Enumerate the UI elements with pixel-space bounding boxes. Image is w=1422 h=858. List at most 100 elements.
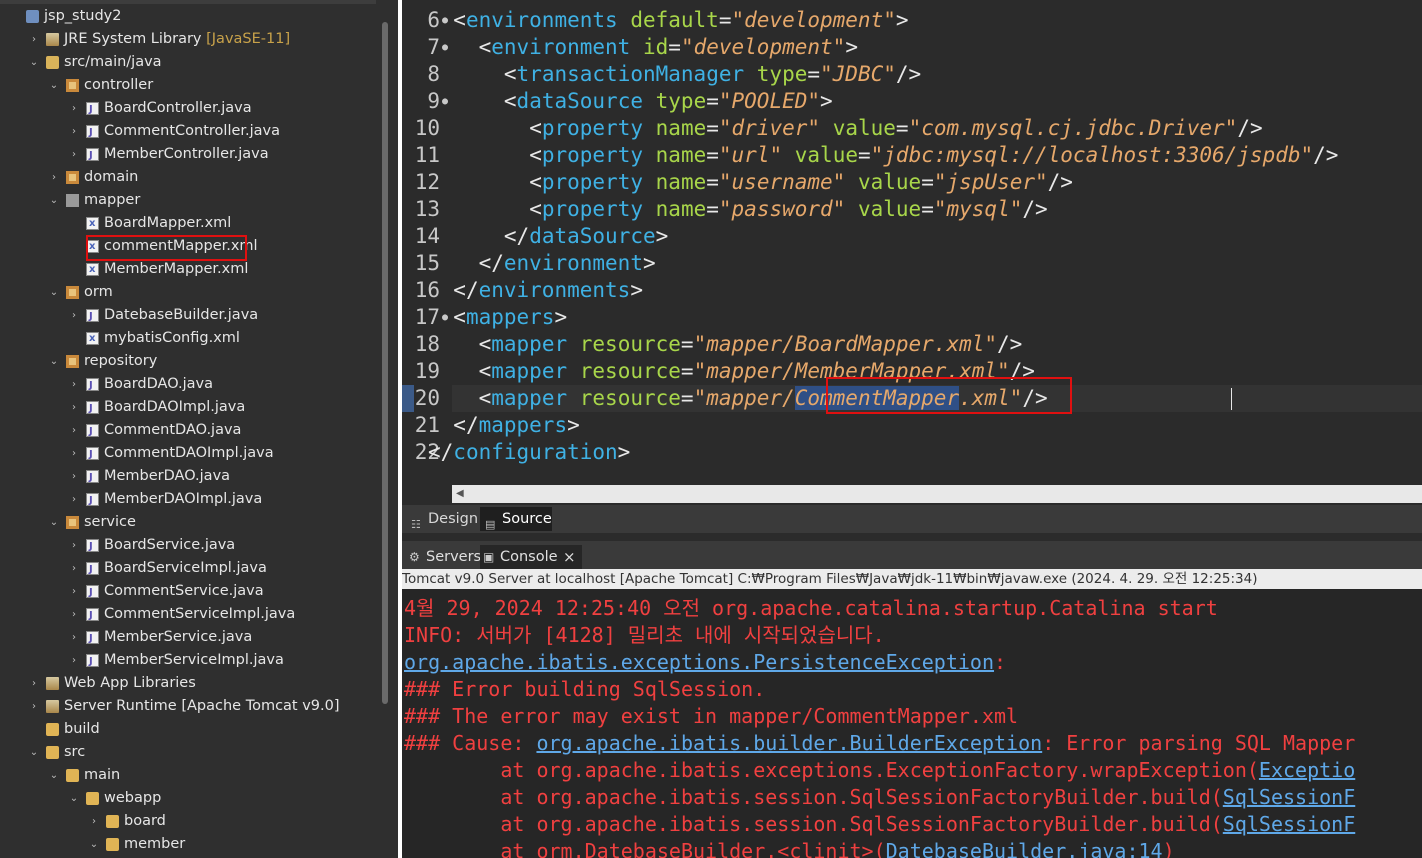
- xml-editor[interactable]: 6 ● <environments default="development"> 7 ●…: [402, 0, 1422, 505]
- code-line[interactable]: 15 </environment>: [402, 250, 1422, 277]
- tab-servers[interactable]: ⚙ Servers: [406, 545, 481, 569]
- fold-marker-icon[interactable]: ●: [442, 304, 448, 331]
- code-line[interactable]: 11 <property name="url" value="jdbc:mysql…: [402, 142, 1422, 169]
- chevron-right-icon[interactable]: ›: [28, 672, 40, 695]
- tree-item[interactable]: › BoardServiceImpl.java: [0, 557, 376, 581]
- tree-item[interactable]: › BoardDAOImpl.java: [0, 396, 376, 420]
- chevron-right-icon[interactable]: ›: [68, 373, 80, 396]
- chevron-down-icon[interactable]: ⌄: [28, 741, 40, 764]
- tree-item[interactable]: build: [0, 718, 376, 741]
- tree-item[interactable]: ⌄ member: [0, 833, 376, 856]
- close-icon[interactable]: ×: [563, 545, 576, 569]
- chevron-down-icon[interactable]: ⌄: [48, 764, 60, 787]
- chevron-down-icon[interactable]: ⌄: [48, 74, 60, 97]
- chevron-right-icon[interactable]: ›: [48, 166, 60, 189]
- tree-item[interactable]: › CommentService.java: [0, 580, 376, 604]
- tab-source[interactable]: ▤ Source: [480, 507, 552, 531]
- chevron-down-icon[interactable]: ⌄: [48, 511, 60, 534]
- code-line[interactable]: 9 ● <dataSource type="POOLED">: [402, 88, 1422, 115]
- tree-item[interactable]: › MemberDAOImpl.java: [0, 488, 376, 512]
- tree-item[interactable]: › board: [0, 810, 376, 833]
- tree-item[interactable]: › domain: [0, 166, 376, 189]
- chevron-down-icon[interactable]: ⌄: [88, 833, 100, 856]
- tree-item[interactable]: ⌄ controller: [0, 74, 376, 97]
- tree-item[interactable]: › BoardDAO.java: [0, 373, 376, 397]
- chevron-right-icon[interactable]: ›: [68, 649, 80, 672]
- code-line[interactable]: 17 ● <mappers>: [402, 304, 1422, 331]
- chevron-down-icon[interactable]: ⌄: [48, 281, 60, 304]
- tree-item[interactable]: › Server Runtime [Apache Tomcat v9.0]: [0, 695, 376, 718]
- chevron-right-icon[interactable]: ›: [68, 603, 80, 626]
- code-line[interactable]: 8 <transactionManager type="JDBC"/>: [402, 61, 1422, 88]
- chevron-right-icon[interactable]: ›: [28, 28, 40, 51]
- tree-item[interactable]: jsp_study2: [0, 5, 376, 28]
- code-line[interactable]: 21 </mappers>: [402, 412, 1422, 439]
- chevron-right-icon[interactable]: ›: [68, 465, 80, 488]
- tab-console[interactable]: ▣ Console ×: [480, 545, 582, 569]
- tree-item[interactable]: › CommentController.java: [0, 120, 376, 144]
- stacktrace-link[interactable]: SqlSessionF: [1223, 785, 1355, 809]
- tree-item[interactable]: › MemberService.java: [0, 626, 376, 650]
- tree-item[interactable]: ⌄ repository: [0, 350, 376, 373]
- code-line[interactable]: 18 <mapper resource="mapper/BoardMapper.x…: [402, 331, 1422, 358]
- fold-marker-icon[interactable]: ●: [442, 88, 448, 115]
- tree-item[interactable]: › CommentServiceImpl.java: [0, 603, 376, 627]
- tree-item[interactable]: › MemberServiceImpl.java: [0, 649, 376, 673]
- stacktrace-link[interactable]: SqlSessionF: [1223, 812, 1355, 836]
- stacktrace-link[interactable]: org.apache.ibatis.exceptions.Persistence…: [404, 650, 994, 674]
- chevron-right-icon[interactable]: ›: [68, 97, 80, 120]
- code-line[interactable]: 14 </dataSource>: [402, 223, 1422, 250]
- code-line[interactable]: 16 </environments>: [402, 277, 1422, 304]
- chevron-right-icon[interactable]: ›: [68, 120, 80, 143]
- chevron-right-icon[interactable]: ›: [68, 442, 80, 465]
- tree-item[interactable]: MemberMapper.xml: [0, 258, 376, 281]
- code-line[interactable]: 6 ● <environments default="development">: [402, 7, 1422, 34]
- tree-item[interactable]: ⌄ webapp: [0, 787, 376, 810]
- code-line[interactable]: 12 <property name="username" value="jspUs…: [402, 169, 1422, 196]
- code-line[interactable]: 22 </configuration>: [402, 439, 1422, 466]
- chevron-right-icon[interactable]: ›: [68, 143, 80, 166]
- chevron-down-icon[interactable]: ⌄: [68, 787, 80, 810]
- tree-item[interactable]: › CommentDAOImpl.java: [0, 442, 376, 466]
- chevron-right-icon[interactable]: ›: [68, 557, 80, 580]
- tree-item[interactable]: › MemberDAO.java: [0, 465, 376, 489]
- tree-item[interactable]: › DatebaseBuilder.java: [0, 304, 376, 328]
- chevron-right-icon[interactable]: ›: [68, 419, 80, 442]
- tree-item[interactable]: ⌄ orm: [0, 281, 376, 304]
- chevron-right-icon[interactable]: ›: [68, 488, 80, 511]
- chevron-right-icon[interactable]: ›: [68, 396, 80, 419]
- chevron-right-icon[interactable]: ›: [28, 695, 40, 718]
- chevron-right-icon[interactable]: ›: [68, 304, 80, 327]
- scroll-left-arrow-icon[interactable]: ◀: [456, 488, 464, 499]
- tree-item[interactable]: ⌄ mapper: [0, 189, 376, 212]
- editor-horizontal-scrollbar[interactable]: ◀: [452, 485, 1422, 503]
- fold-marker-icon[interactable]: ●: [442, 7, 448, 34]
- tree-item[interactable]: BoardMapper.xml: [0, 212, 376, 235]
- stacktrace-link[interactable]: DatebaseBuilder.java:14: [886, 839, 1163, 858]
- chevron-right-icon[interactable]: ›: [68, 626, 80, 649]
- tree-item[interactable]: mybatisConfig.xml: [0, 327, 376, 350]
- tree-item[interactable]: › CommentDAO.java: [0, 419, 376, 443]
- stacktrace-link[interactable]: Exceptio: [1259, 758, 1355, 782]
- tree-item[interactable]: › MemberController.java: [0, 143, 376, 167]
- chevron-down-icon[interactable]: ⌄: [28, 51, 40, 74]
- chevron-right-icon[interactable]: ›: [68, 580, 80, 603]
- tree-item[interactable]: ⌄ service: [0, 511, 376, 534]
- tree-item[interactable]: › BoardService.java: [0, 534, 376, 558]
- tree-item[interactable]: › BoardController.java: [0, 97, 376, 121]
- tree-item[interactable]: ⌄ main: [0, 764, 376, 787]
- tree-item[interactable]: ⌄ src: [0, 741, 376, 764]
- chevron-right-icon[interactable]: ›: [88, 810, 100, 833]
- code-line[interactable]: 7 ● <environment id="development">: [402, 34, 1422, 61]
- stacktrace-link[interactable]: org.apache.ibatis.builder.BuilderExcepti…: [536, 731, 1042, 755]
- explorer-scrollbar[interactable]: [382, 22, 388, 704]
- tree-item[interactable]: ⌄ src/main/java: [0, 51, 376, 74]
- tree-item[interactable]: › Web App Libraries: [0, 672, 376, 695]
- chevron-right-icon[interactable]: ›: [68, 534, 80, 557]
- fold-marker-icon[interactable]: ●: [442, 34, 448, 61]
- console-output[interactable]: Tomcat v9.0 Server at localhost [Apache …: [402, 569, 1422, 858]
- tree-item[interactable]: › JRE System Library [JavaSE-11]: [0, 28, 376, 51]
- code-line[interactable]: 13 <property name="password" value="mysql…: [402, 196, 1422, 223]
- code-line[interactable]: 10 <property name="driver" value="com.mys…: [402, 115, 1422, 142]
- chevron-down-icon[interactable]: ⌄: [48, 189, 60, 212]
